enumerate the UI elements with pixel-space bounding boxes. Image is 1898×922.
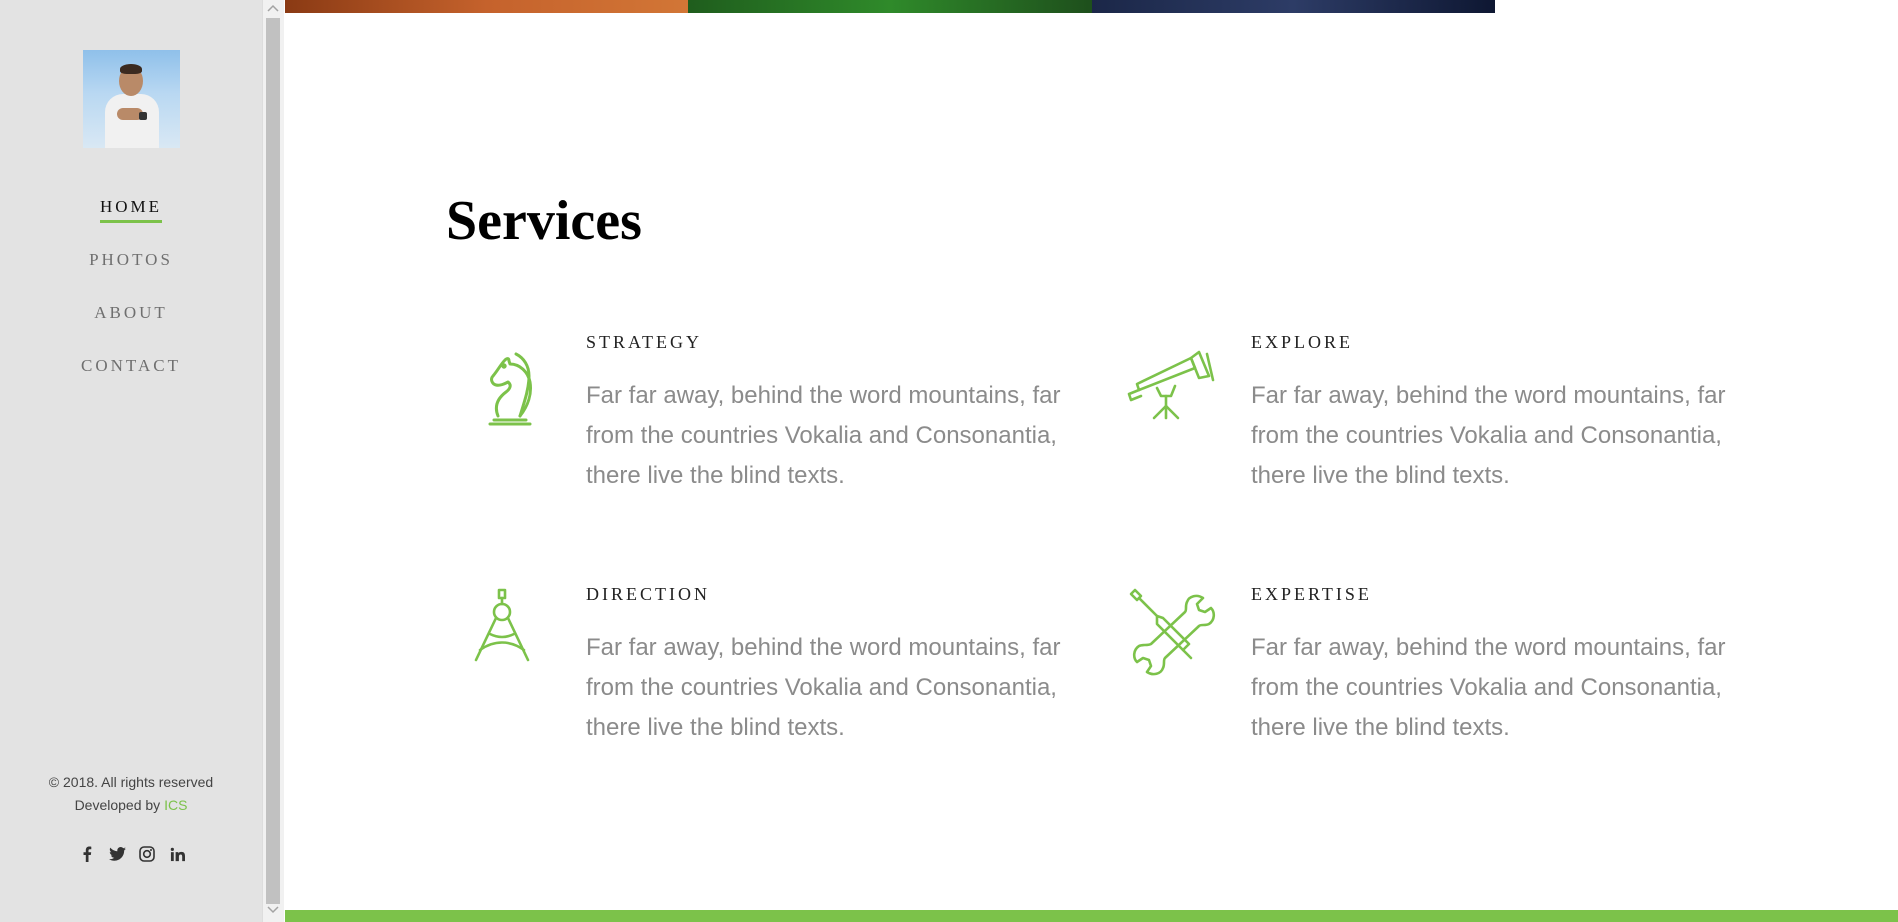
service-text: Far far away, behind the word mountains,… bbox=[1251, 634, 1726, 741]
footer-accent-bar bbox=[285, 910, 1898, 922]
linkedin-icon[interactable] bbox=[168, 845, 186, 863]
service-text: Far far away, behind the word mountains,… bbox=[586, 382, 1061, 489]
gallery-image[interactable] bbox=[688, 0, 1092, 13]
gallery-image[interactable] bbox=[1091, 0, 1495, 13]
compass-icon bbox=[446, 584, 556, 684]
telescope-icon bbox=[1111, 332, 1221, 432]
nav-item-label: HOME bbox=[99, 196, 163, 223]
service-text: Far far away, behind the word mountains,… bbox=[586, 634, 1061, 741]
service-title: STRATEGY bbox=[586, 332, 703, 352]
developer-link[interactable]: ICS bbox=[164, 797, 187, 813]
instagram-icon[interactable] bbox=[138, 845, 156, 863]
tools-icon bbox=[1111, 584, 1221, 684]
copyright-text: © 2018. All rights reserved bbox=[48, 774, 214, 790]
social-links bbox=[78, 845, 186, 863]
section-title: Services bbox=[446, 190, 642, 252]
nav-item-home[interactable]: HOME bbox=[0, 196, 262, 249]
service-title: EXPERTISE bbox=[1251, 584, 1372, 604]
service-text: Far far away, behind the word mountains,… bbox=[1251, 382, 1726, 489]
main-nav: HOME PHOTOS ABOUT CONTACT bbox=[0, 196, 262, 408]
service-title: EXPLORE bbox=[1251, 332, 1353, 352]
nav-item-label: PHOTOS bbox=[89, 250, 173, 269]
service-title: DIRECTION bbox=[586, 584, 710, 604]
scrollbar[interactable] bbox=[262, 0, 284, 922]
nav-item-label: CONTACT bbox=[81, 356, 181, 375]
gallery-image[interactable] bbox=[285, 0, 689, 13]
nav-item-contact[interactable]: CONTACT bbox=[0, 355, 262, 408]
chess-knight-icon bbox=[446, 332, 556, 432]
developed-by-label: Developed by bbox=[74, 797, 161, 813]
sidebar: HOME PHOTOS ABOUT CONTACT © 2018. All ri… bbox=[0, 0, 262, 922]
twitter-icon[interactable] bbox=[108, 845, 126, 863]
scrollbar-thumb[interactable] bbox=[266, 18, 280, 904]
avatar[interactable] bbox=[83, 50, 180, 148]
nav-item-label: ABOUT bbox=[94, 303, 168, 322]
gallery-strip bbox=[285, 0, 1495, 13]
facebook-icon[interactable] bbox=[78, 845, 96, 863]
scroll-up-icon[interactable] bbox=[267, 4, 279, 14]
scroll-down-icon[interactable] bbox=[267, 906, 279, 916]
nav-item-about[interactable]: ABOUT bbox=[0, 302, 262, 355]
nav-item-photos[interactable]: PHOTOS bbox=[0, 249, 262, 302]
developed-by-line: Developed by ICS bbox=[0, 794, 262, 817]
copyright: © 2018. All rights reserved Developed by… bbox=[0, 771, 262, 817]
